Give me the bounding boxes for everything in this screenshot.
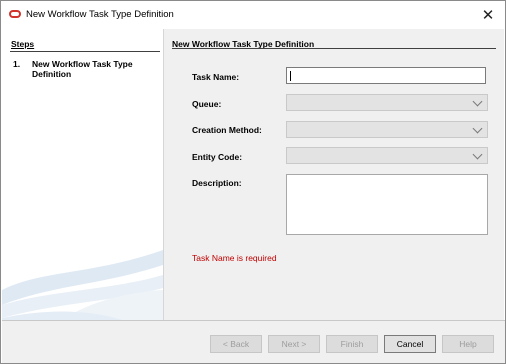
creation-method-label: Creation Method: [192,125,262,135]
page-header-divider [172,48,496,49]
oracle-logo-icon [9,10,21,18]
description-textarea[interactable] [286,174,488,235]
chevron-down-icon [472,123,483,134]
steps-divider [10,51,160,52]
close-icon: ✕ [481,7,495,24]
finish-button[interactable]: Finish [326,335,378,353]
text-caret [290,71,291,81]
task-name-input[interactable] [286,67,486,84]
entity-code-dropdown[interactable] [286,147,488,164]
chevron-down-icon [472,96,483,107]
cancel-button[interactable]: Cancel [384,335,436,353]
watermark-swoosh-graphic [2,250,163,320]
steps-header: Steps [11,39,35,49]
chevron-down-icon [472,149,483,160]
window-title: New Workflow Task Type Definition [26,9,174,20]
close-button[interactable]: ✕ [471,1,505,29]
description-label: Description: [192,178,242,188]
queue-dropdown[interactable] [286,94,488,111]
step-label: New Workflow Task Type Definition [32,59,133,79]
dialog-window: New Workflow Task Type Definition ✕ Step… [0,0,506,364]
content-panel: New Workflow Task Type Definition Task N… [164,29,504,320]
step-number: 1. [13,59,21,69]
button-bar: < Back Next > Finish Cancel Help [2,320,505,363]
help-button[interactable]: Help [442,335,494,353]
validation-error: Task Name is required [192,253,277,263]
back-button[interactable]: < Back [210,335,262,353]
creation-method-dropdown[interactable] [286,121,488,138]
title-bar[interactable]: New Workflow Task Type Definition ✕ [1,1,505,29]
queue-label: Queue: [192,99,222,109]
entity-code-label: Entity Code: [192,152,243,162]
next-button[interactable]: Next > [268,335,320,353]
task-name-label: Task Name: [192,72,240,82]
steps-panel: Steps 1. New Workflow Task Type Definiti… [2,29,163,320]
